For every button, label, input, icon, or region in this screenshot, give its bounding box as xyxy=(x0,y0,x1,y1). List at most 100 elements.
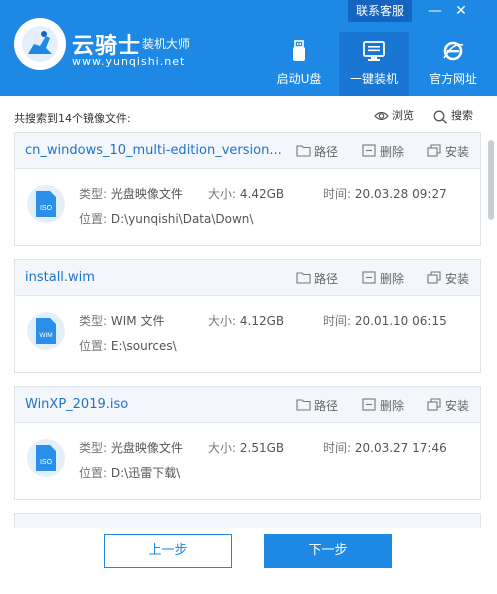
time-value: 20.03.28 09:27 xyxy=(354,187,447,201)
knight-logo-icon xyxy=(14,18,66,70)
location-value: D:\迅雷下载\ xyxy=(110,466,181,480)
size-label: 大小: xyxy=(208,314,237,328)
card-header: cn_windows_10_multi-edition_version... 路… xyxy=(15,133,480,169)
location-label: 位置: xyxy=(79,339,108,353)
delete-button[interactable]: 删除 xyxy=(362,142,412,160)
time-value: 20.03.27 17:46 xyxy=(354,441,447,455)
usb-icon xyxy=(293,40,305,61)
file-size: 大小: 4.12GB xyxy=(208,312,284,329)
file-type: 类型: 光盘映像文件 xyxy=(79,439,183,456)
type-value: 光盘映像文件 xyxy=(110,187,183,201)
delete-icon xyxy=(362,144,376,157)
path-label: 路径 xyxy=(314,145,339,159)
type-label: 类型: xyxy=(79,187,108,201)
folder-icon xyxy=(296,145,311,157)
delete-icon xyxy=(362,271,376,284)
card-header: install.wim 路径 删除 安装 xyxy=(15,260,480,296)
path-button[interactable]: 路径 xyxy=(296,142,346,160)
install-label: 安装 xyxy=(445,145,470,159)
delete-button[interactable]: 删除 xyxy=(362,269,412,287)
delete-label: 删除 xyxy=(380,145,405,159)
nav-label-site: 官方网址 xyxy=(428,72,477,86)
location-label: 位置: xyxy=(79,212,108,226)
found-count-text: 共搜索到14个镜像文件: xyxy=(14,112,131,125)
size-label: 大小: xyxy=(208,187,237,201)
file-name-link[interactable]: cn_windows_10_multi-edition_version... xyxy=(25,143,282,158)
card-header xyxy=(15,514,480,528)
file-type: 类型: 光盘映像文件 xyxy=(79,185,183,202)
close-icon[interactable]: ✕ xyxy=(452,2,470,20)
size-value: 2.51GB xyxy=(239,441,285,455)
ie-icon xyxy=(443,41,464,61)
delete-button[interactable]: 删除 xyxy=(362,396,412,414)
location-value: E:\sources\ xyxy=(110,339,177,353)
time-label: 时间: xyxy=(323,187,352,201)
next-step-button[interactable]: 下一步 xyxy=(264,534,392,568)
contact-support-link[interactable]: 联系客服 xyxy=(348,0,412,22)
size-value: 4.42GB xyxy=(239,187,285,201)
file-time: 时间: 20.01.10 06:15 xyxy=(323,312,447,329)
svg-text:ISO: ISO xyxy=(40,205,53,212)
list-item: WinXP_2019.iso 路径 删除 安装 ISO 类型: 光盘映像文件 大… xyxy=(14,386,481,500)
install-label: 安装 xyxy=(445,399,470,413)
nav-official-site[interactable]: 官方网址 xyxy=(418,32,488,96)
search-label: 搜索 xyxy=(451,109,473,122)
type-value: 光盘映像文件 xyxy=(110,441,183,455)
copy-icon xyxy=(427,271,441,284)
location-label: 位置: xyxy=(79,466,108,480)
folder-icon xyxy=(296,272,311,284)
file-name-link[interactable]: install.wim xyxy=(25,270,95,285)
time-label: 时间: xyxy=(323,314,352,328)
path-label: 路径 xyxy=(314,272,339,286)
file-time: 时间: 20.03.28 09:27 xyxy=(323,185,447,202)
path-button[interactable]: 路径 xyxy=(296,396,346,414)
install-button[interactable]: 安装 xyxy=(427,142,477,160)
delete-label: 删除 xyxy=(380,272,405,286)
install-button[interactable]: 安装 xyxy=(427,396,477,414)
type-label: 类型: xyxy=(79,441,108,455)
card-header: WinXP_2019.iso 路径 删除 安装 xyxy=(15,387,480,423)
search-icon xyxy=(433,110,447,124)
time-label: 时间: xyxy=(323,441,352,455)
list-scrollbar[interactable] xyxy=(488,132,494,528)
list-item xyxy=(14,513,481,528)
nav-label-usb: 启动U盘 xyxy=(276,72,322,86)
copy-icon xyxy=(427,144,441,157)
file-location: 位置: E:\sources\ xyxy=(79,337,177,354)
file-size: 大小: 4.42GB xyxy=(208,185,284,202)
nav-label-install: 一键装机 xyxy=(349,72,398,86)
brand-url: www.yunqishi.net xyxy=(72,55,186,68)
path-button[interactable]: 路径 xyxy=(296,269,346,287)
size-value: 4.12GB xyxy=(239,314,285,328)
time-value: 20.01.10 06:15 xyxy=(354,314,447,328)
file-location: 位置: D:\yunqishi\Data\Down\ xyxy=(79,210,253,227)
browse-label: 浏览 xyxy=(392,109,414,122)
minimize-icon[interactable]: — xyxy=(426,2,444,20)
scroll-thumb[interactable] xyxy=(488,140,494,220)
nav-one-click-install[interactable]: 一键装机 xyxy=(339,32,409,96)
svg-text:WIM: WIM xyxy=(39,332,52,339)
iso-file-icon: ISO xyxy=(27,185,65,223)
install-label: 安装 xyxy=(445,272,470,286)
image-file-list: cn_windows_10_multi-edition_version... 路… xyxy=(14,132,481,528)
previous-step-button[interactable]: 上一步 xyxy=(104,534,232,568)
file-location: 位置: D:\迅雷下载\ xyxy=(79,464,180,481)
type-label: 类型: xyxy=(79,314,108,328)
file-size: 大小: 2.51GB xyxy=(208,439,284,456)
type-value: WIM 文件 xyxy=(110,314,165,328)
install-button[interactable]: 安装 xyxy=(427,269,477,287)
eye-icon xyxy=(374,111,389,121)
delete-label: 删除 xyxy=(380,399,405,413)
size-label: 大小: xyxy=(208,441,237,455)
delete-icon xyxy=(362,398,376,411)
nav-usb-boot[interactable]: 启动U盘 xyxy=(264,32,334,96)
file-name-link[interactable]: WinXP_2019.iso xyxy=(25,397,128,412)
file-time: 时间: 20.03.27 17:46 xyxy=(323,439,447,456)
file-type: 类型: WIM 文件 xyxy=(79,312,164,329)
copy-icon xyxy=(427,398,441,411)
folder-icon xyxy=(296,399,311,411)
header-bar: 云骑士 装机大师 www.yunqishi.net 联系客服 — ✕ 启动U盘 … xyxy=(0,0,497,96)
wim-file-icon: WIM xyxy=(27,312,65,350)
list-item: cn_windows_10_multi-edition_version... 路… xyxy=(14,132,481,246)
list-item: install.wim 路径 删除 安装 WIM 类型: WIM 文件 大小: … xyxy=(14,259,481,373)
